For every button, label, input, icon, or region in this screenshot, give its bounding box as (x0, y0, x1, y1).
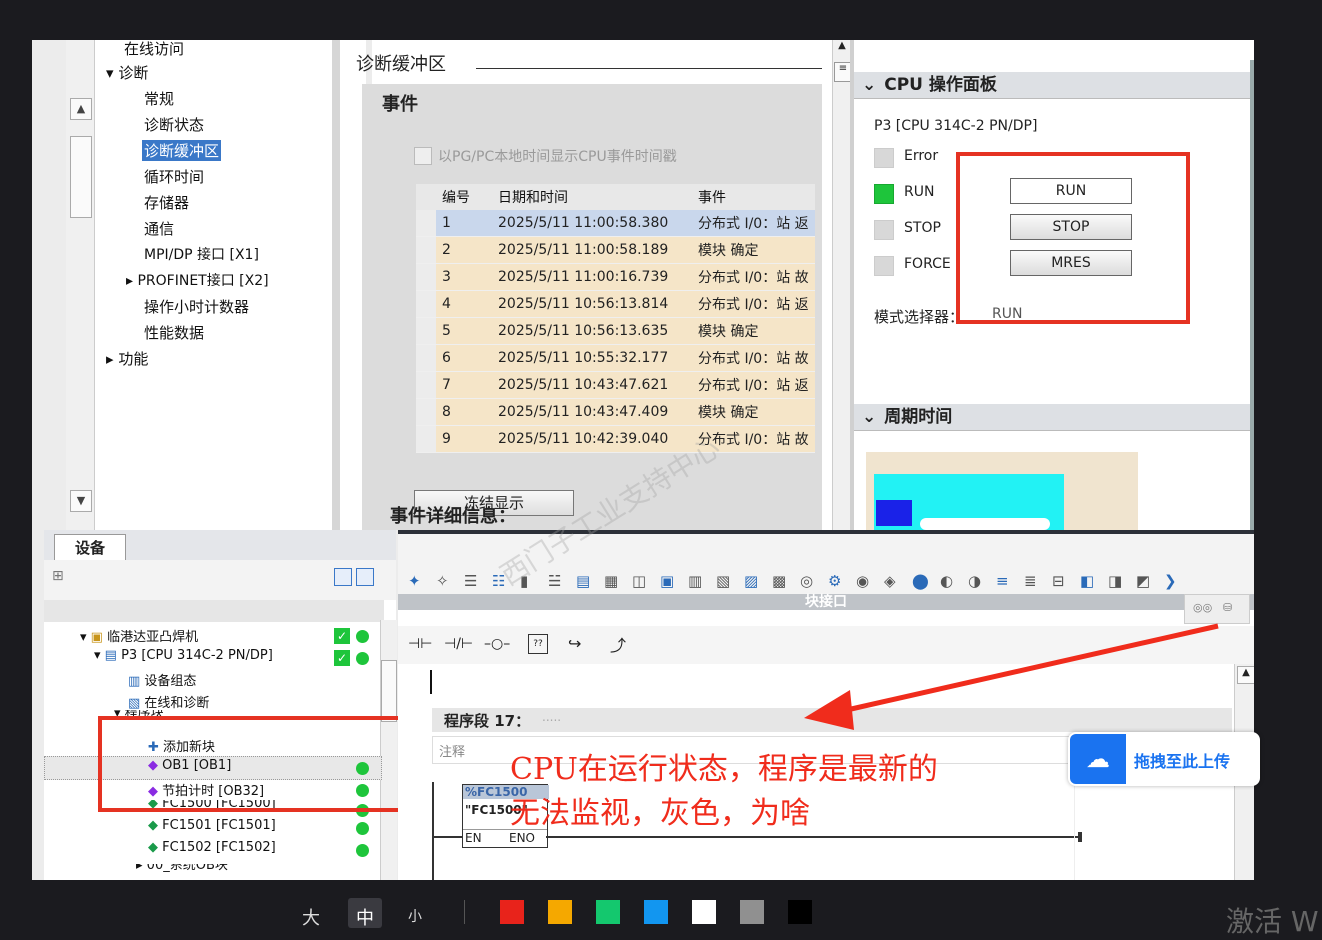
cloud-upload-icon[interactable]: ☁ (1070, 734, 1126, 784)
size-large[interactable]: 大 (302, 904, 320, 930)
color-swatch[interactable] (596, 900, 620, 924)
color-swatch[interactable] (692, 900, 716, 924)
size-small[interactable]: 小 (408, 906, 422, 926)
arrow-shaft (837, 623, 1219, 715)
color-swatch[interactable] (548, 900, 572, 924)
color-swatch[interactable] (500, 900, 524, 924)
activate-windows-watermark: 激活 W (1226, 905, 1319, 938)
arrow-head (804, 690, 854, 730)
color-swatch[interactable] (740, 900, 764, 924)
upload-label[interactable]: 拖拽至此上传 (1134, 748, 1230, 772)
divider (464, 900, 465, 924)
upload-widget[interactable]: ☁ 拖拽至此上传 (1068, 732, 1260, 786)
size-medium[interactable]: 中 (356, 904, 374, 930)
color-swatch[interactable] (788, 900, 812, 924)
color-swatch[interactable] (644, 900, 668, 924)
